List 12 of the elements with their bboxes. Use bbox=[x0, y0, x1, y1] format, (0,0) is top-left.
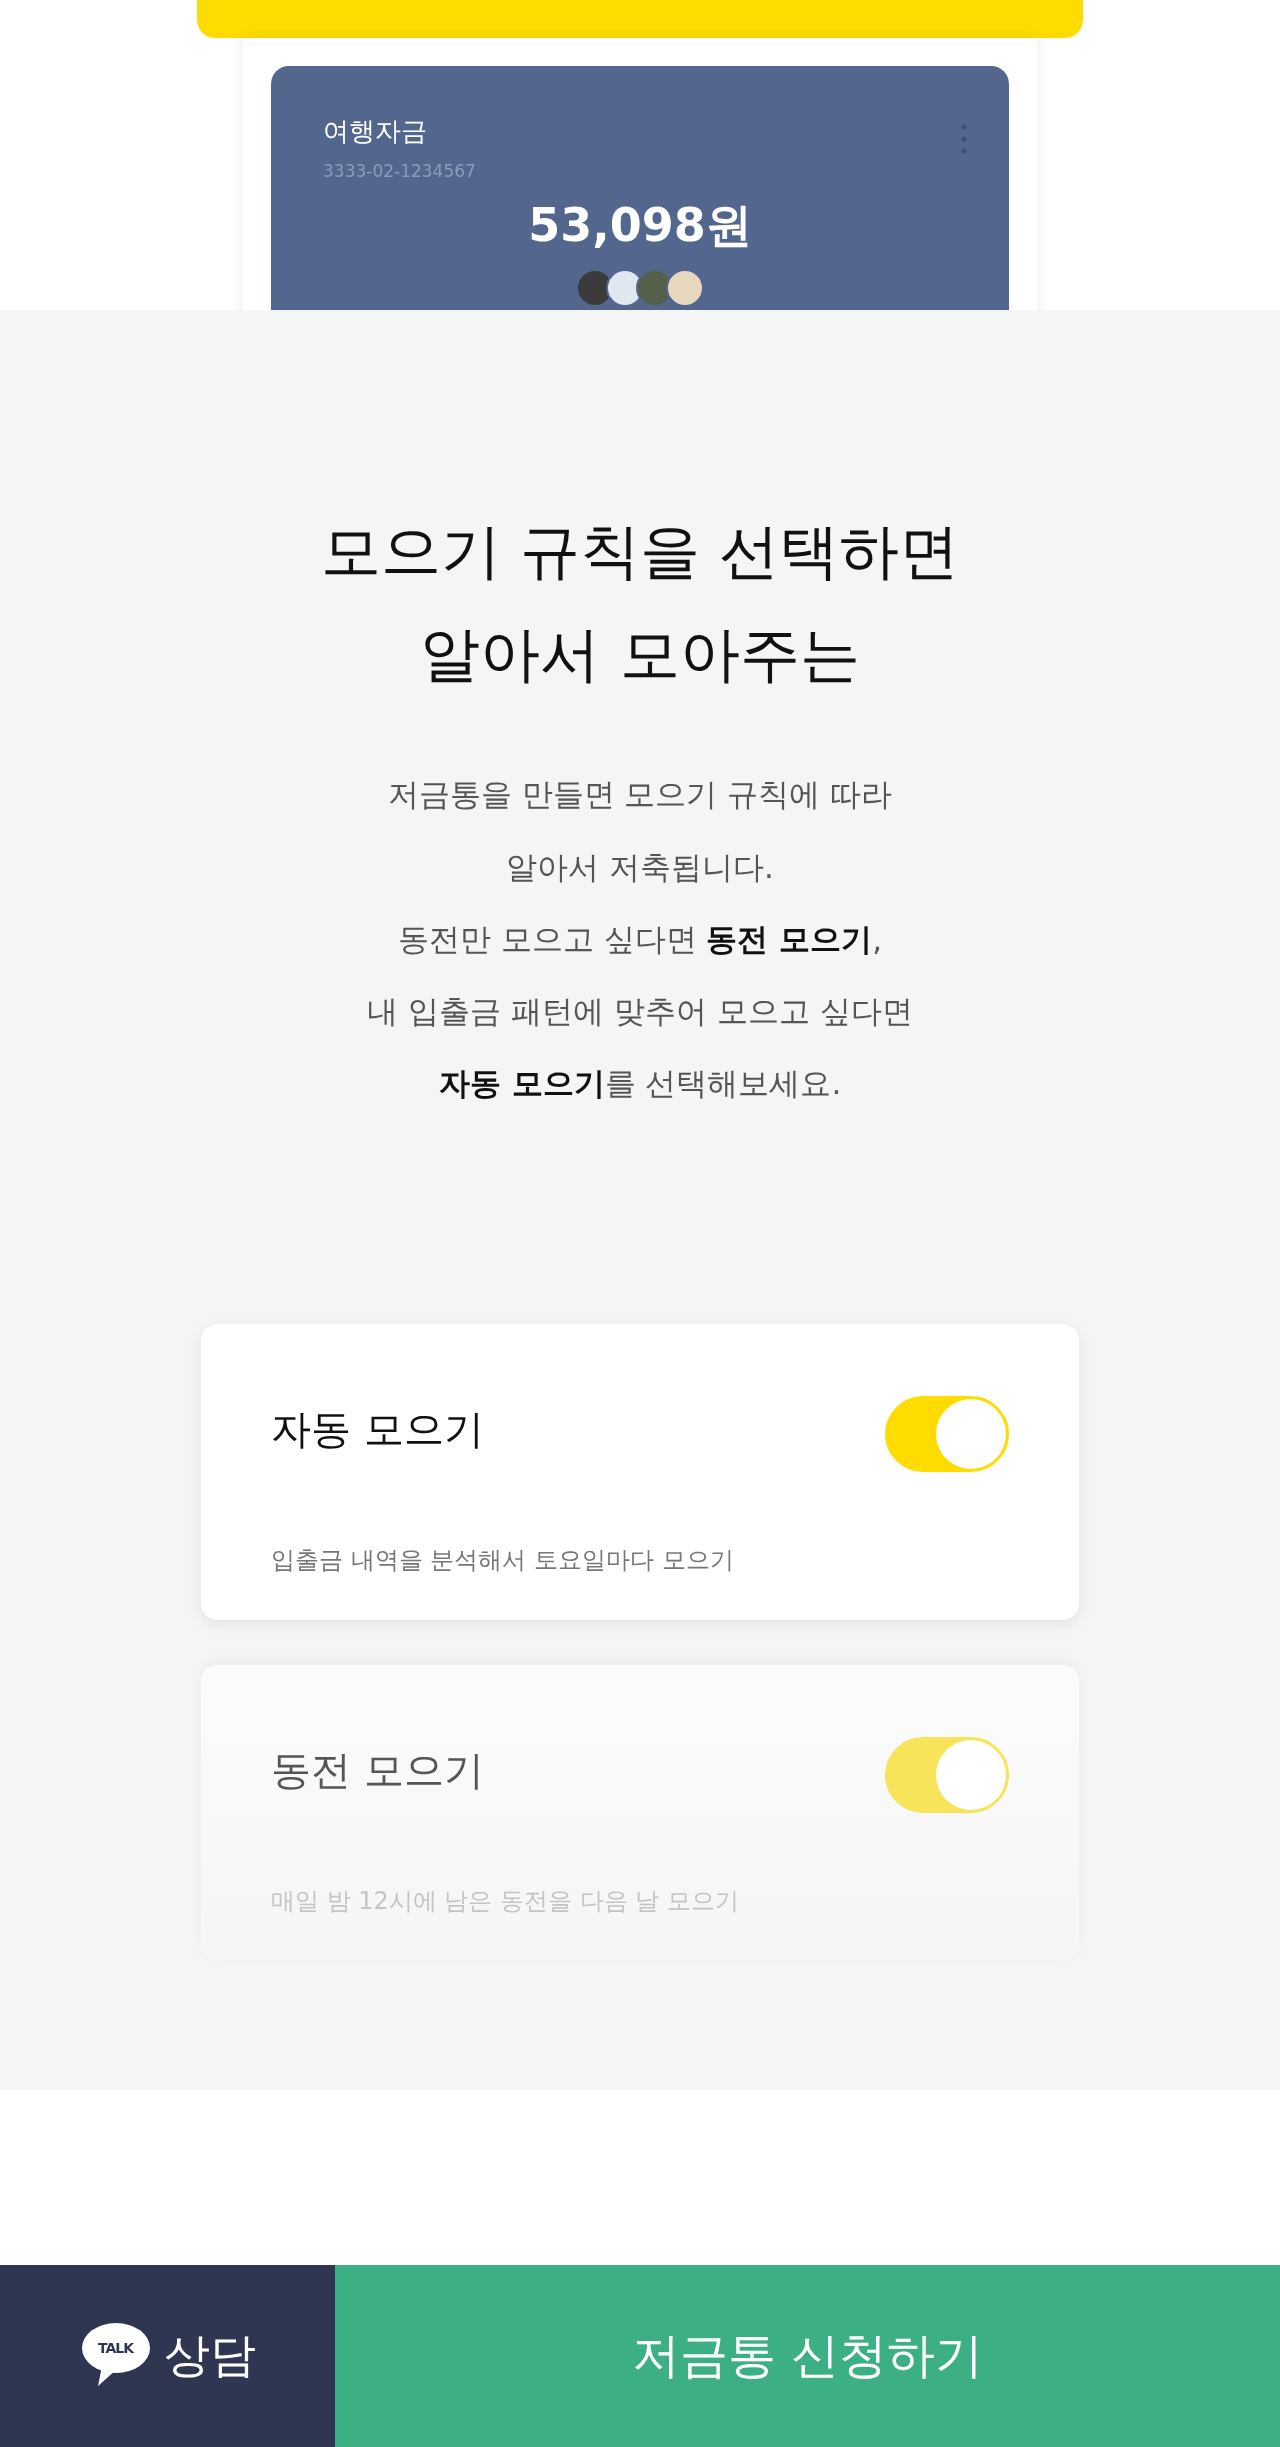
account-name: 여행자금 bbox=[323, 115, 428, 148]
member-avatar bbox=[666, 269, 704, 307]
account-balance: 53,098원 bbox=[527, 197, 753, 254]
more-icon[interactable] bbox=[961, 124, 967, 154]
section-description: 저금통을 만들면 모으기 규칙에 따라 알아서 저축됩니다. 동전만 모으고 싶다면 동전 모으기, 내 입출금 패턴에 맞추어 모으고 싶다면 자동 모으기를 선택해보세요. bbox=[367, 775, 913, 1104]
account-number: 3333-02-1234567 bbox=[323, 161, 477, 181]
chat-button[interactable]: TALK 상담 bbox=[0, 2265, 335, 2447]
rule-title: 자동 모으기 bbox=[271, 1405, 485, 1455]
rule-title: 동전 모으기 bbox=[271, 1746, 485, 1796]
chat-label: 상담 bbox=[163, 2327, 256, 2384]
rule-description: 입출금 내역을 분석해서 토요일마다 모으기 bbox=[271, 1545, 735, 1577]
section-heading: 모으기 규칙을 선택하면 알아서 모아주는 bbox=[320, 515, 960, 692]
